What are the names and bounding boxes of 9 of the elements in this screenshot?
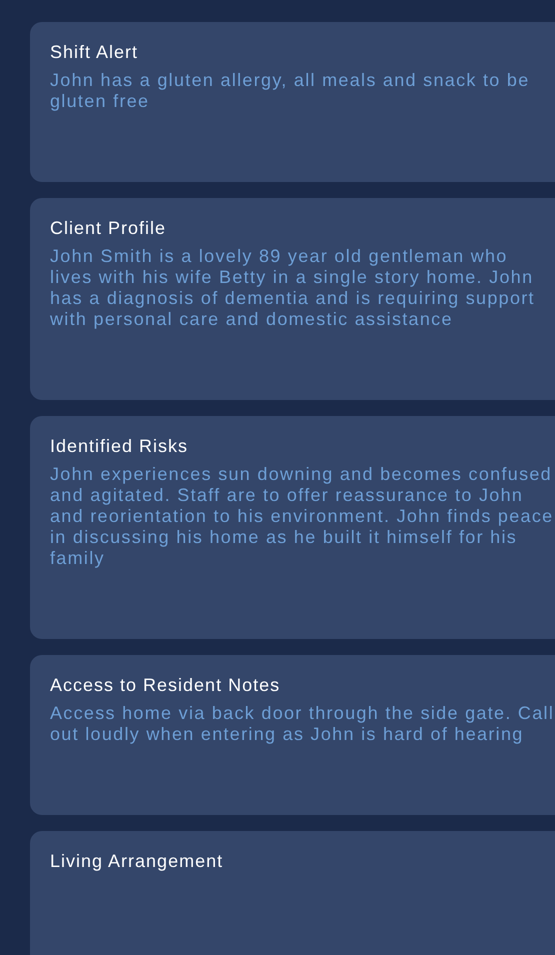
card-title: Client Profile [50,217,168,240]
card-text: John experiences sun downing and becomes confused and agitated. Staff are to offer reassurance to John and reorientation to his environment. John finds peace in discussing his home as he built it himself for his family [50,464,554,569]
card-text: John has a gluten allergy, all meals and snack to be gluten free [50,70,531,112]
card-title: Shift Alert [50,41,140,64]
card-title: Access to Resident Notes [50,674,282,697]
card-text: John Smith is a lovely 89 year old gentleman who lives with his wife Betty in a single story home. John has a diagnosis of dementia and is requiring support with personal care and domestic assistance [50,246,536,330]
card-text: Access home via back door through the side gate. Call out loudly when entering as John is hard of hearing [50,703,555,745]
card-title: Identified Risks [50,435,190,458]
card-title: Living Arrangement [50,850,224,873]
